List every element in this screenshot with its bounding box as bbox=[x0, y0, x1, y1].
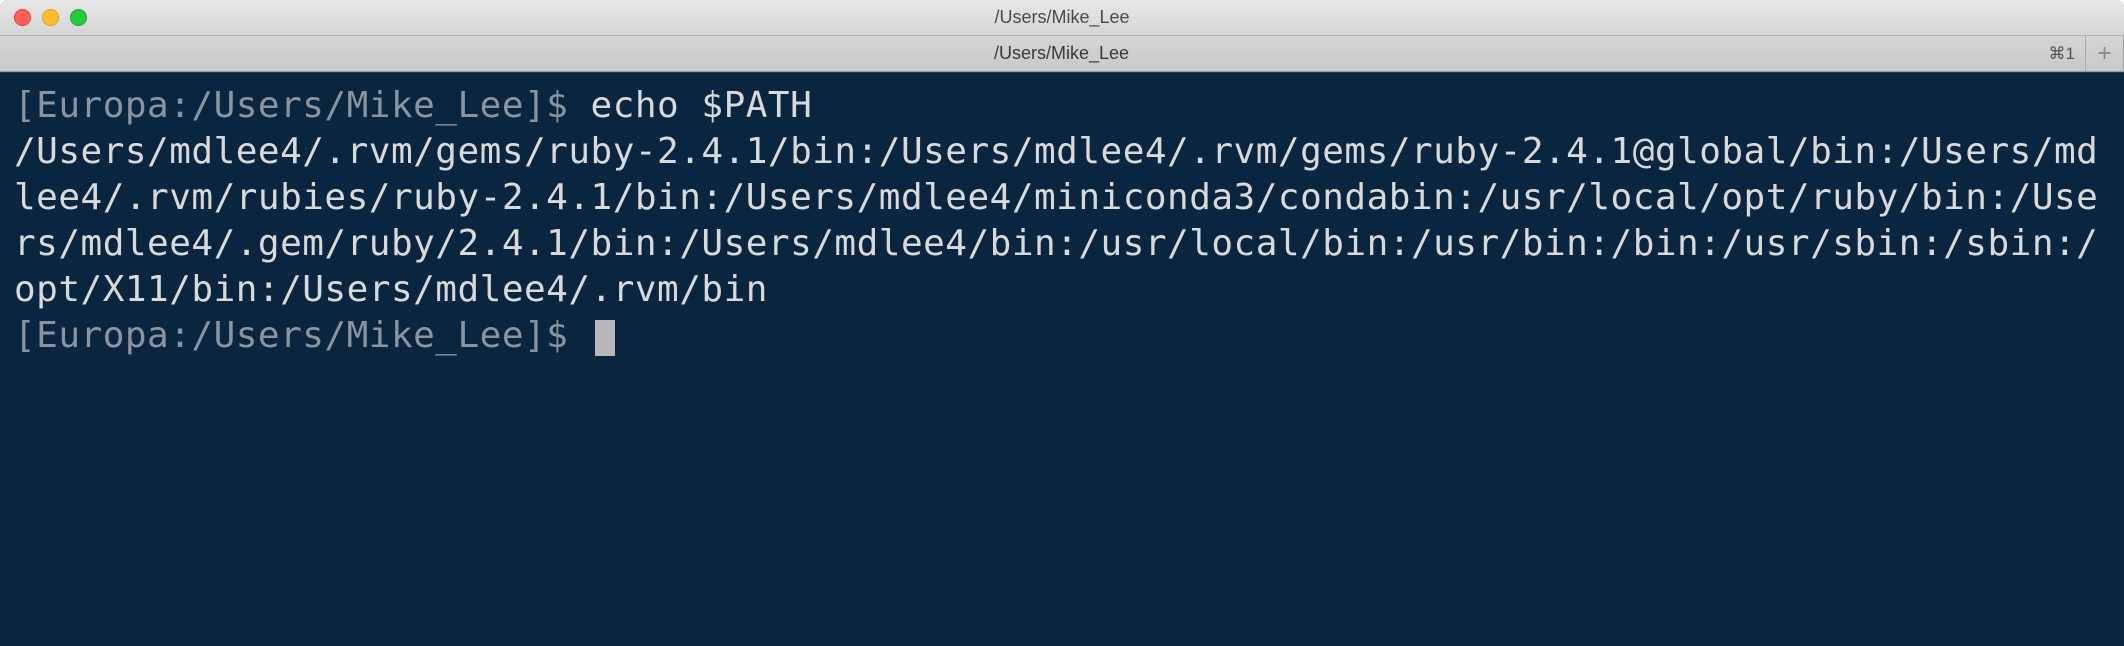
terminal-line-prompt: [Europa:/Users/Mike_Lee]$ bbox=[14, 313, 2110, 359]
tab-bar: /Users/Mike_Lee ⌘1 + bbox=[0, 36, 2124, 72]
minimize-button[interactable] bbox=[42, 9, 59, 26]
traffic-lights bbox=[14, 9, 87, 26]
prompt-text: [Europa:/Users/Mike_Lee]$ bbox=[14, 85, 591, 126]
prompt-text-2: [Europa:/Users/Mike_Lee]$ bbox=[14, 315, 591, 356]
window-title: /Users/Mike_Lee bbox=[0, 7, 2124, 28]
maximize-button[interactable] bbox=[70, 9, 87, 26]
new-tab-button[interactable]: + bbox=[2085, 36, 2123, 71]
tab-active[interactable]: /Users/Mike_Lee ⌘1 + bbox=[0, 36, 2124, 71]
window-titlebar[interactable]: /Users/Mike_Lee bbox=[0, 0, 2124, 36]
terminal-line-command: [Europa:/Users/Mike_Lee]$ echo $PATH bbox=[14, 83, 2110, 129]
close-button[interactable] bbox=[14, 9, 31, 26]
cursor-block bbox=[595, 320, 615, 356]
terminal-content[interactable]: [Europa:/Users/Mike_Lee]$ echo $PATH /Us… bbox=[0, 72, 2124, 646]
terminal-window: /Users/Mike_Lee /Users/Mike_Lee ⌘1 + [Eu… bbox=[0, 0, 2124, 646]
plus-icon: + bbox=[2097, 40, 2111, 68]
tab-label: /Users/Mike_Lee bbox=[994, 43, 1129, 64]
tab-shortcut-label: ⌘1 bbox=[2049, 44, 2075, 64]
terminal-line-output: /Users/mdlee4/.rvm/gems/ruby-2.4.1/bin:/… bbox=[14, 129, 2110, 313]
command-text: echo $PATH bbox=[591, 85, 813, 126]
tab-right-controls: ⌘1 + bbox=[2049, 36, 2123, 71]
